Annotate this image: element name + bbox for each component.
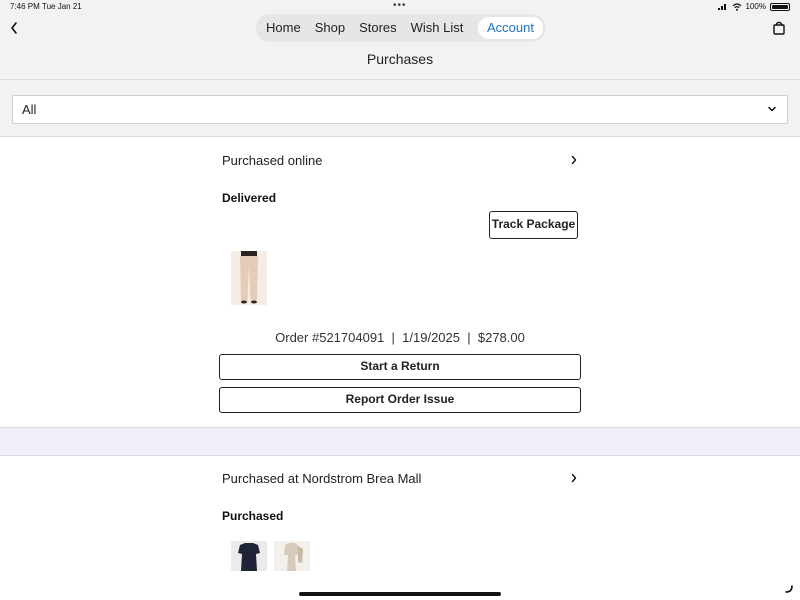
card-separator [0, 427, 800, 456]
order-card: Purchased at Nordstrom Brea Mall Purchas… [0, 456, 800, 600]
order-status: Delivered [222, 191, 277, 205]
report-order-issue-button[interactable]: Report Order Issue [219, 387, 581, 413]
filter-bar: All [0, 79, 800, 137]
order-summary: Order #521704091 | 1/19/2025 | $278.00 [0, 330, 800, 345]
order-header-label: Purchased online [222, 153, 323, 168]
product-image-pants [231, 251, 267, 305]
purchase-filter-select[interactable]: All [12, 95, 788, 124]
main-nav: Home Shop Stores Wish List Account [256, 14, 546, 42]
back-button[interactable] [8, 20, 22, 36]
order-card: Purchased online Delivered Track Package… [0, 137, 800, 427]
battery-level [772, 4, 788, 9]
chevron-right-icon [571, 473, 577, 483]
status-time: 7:46 PM [10, 2, 40, 11]
order-header-link[interactable]: Purchased online [222, 152, 580, 172]
tab-home[interactable]: Home [259, 17, 308, 39]
battery-icon [770, 2, 790, 11]
shopping-bag-button[interactable] [772, 20, 786, 36]
order-total: $278.00 [477, 330, 525, 345]
corner-gesture-icon [785, 585, 793, 593]
product-thumbnail[interactable] [274, 541, 310, 571]
start-return-button[interactable]: Start a Return [219, 354, 581, 380]
signal-icon [717, 4, 726, 10]
product-image-navy-top [231, 541, 267, 571]
product-image-neutral-set [274, 541, 310, 571]
order-status: Purchased [222, 509, 284, 523]
chevron-right-icon [571, 155, 577, 165]
product-thumbnail[interactable] [231, 541, 267, 571]
order-header-label: Purchased at Nordstrom Brea Mall [222, 471, 422, 486]
status-date: Tue Jan 21 [42, 2, 82, 11]
tab-wish-list[interactable]: Wish List [404, 17, 471, 39]
shopping-bag-icon [773, 21, 785, 35]
tab-shop[interactable]: Shop [308, 17, 352, 39]
multitasking-dots-icon[interactable]: ••• [393, 0, 407, 11]
product-thumbnail[interactable] [231, 251, 267, 305]
status-bar: 7:46 PM Tue Jan 21 ••• 100% [0, 0, 800, 14]
chevron-down-icon [768, 106, 776, 112]
wifi-icon [732, 2, 741, 11]
chevron-left-icon [11, 22, 17, 34]
home-indicator[interactable] [299, 592, 501, 596]
order-number: Order #521704091 [275, 330, 385, 345]
summary-divider: | [463, 330, 475, 345]
summary-divider: | [387, 330, 399, 345]
tab-account[interactable]: Account [478, 17, 543, 39]
order-date: 1/19/2025 [402, 330, 460, 345]
order-header-link[interactable]: Purchased at Nordstrom Brea Mall [222, 470, 580, 490]
track-package-button[interactable]: Track Package [489, 211, 578, 239]
battery-percent: 100% [745, 2, 766, 11]
page-title: Purchases [366, 51, 434, 67]
tab-stores[interactable]: Stores [352, 17, 404, 39]
status-indicators: 100% [717, 2, 790, 11]
filter-selected-value: All [22, 102, 37, 117]
